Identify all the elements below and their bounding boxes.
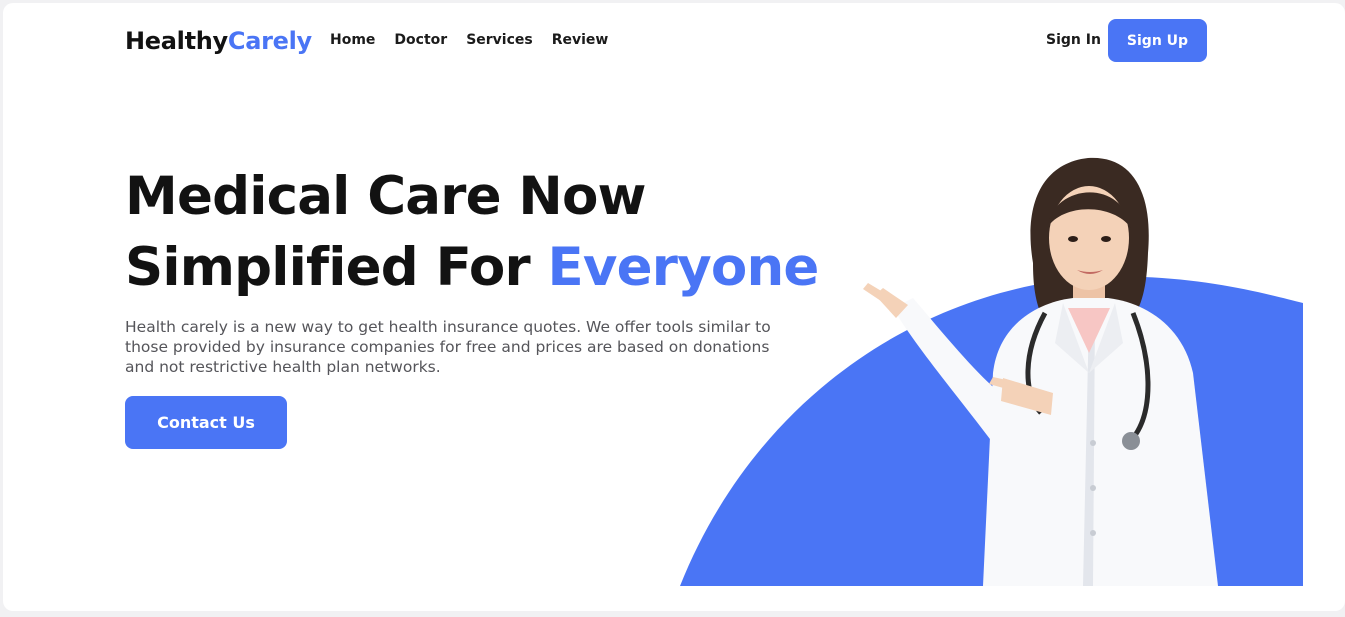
nav-link-doctor[interactable]: Doctor bbox=[394, 32, 447, 48]
brand-logo[interactable]: HealthyCarely bbox=[125, 27, 312, 55]
nav-link-home[interactable]: Home bbox=[330, 32, 375, 48]
main-nav: Home Doctor Services Review bbox=[330, 32, 608, 48]
hero-title-line2: Simplified For bbox=[125, 237, 548, 298]
sign-up-button[interactable]: Sign Up bbox=[1108, 19, 1207, 62]
nav-link-review[interactable]: Review bbox=[552, 32, 609, 48]
brand-name-accent: Carely bbox=[227, 27, 312, 55]
brand-name-primary: Healthy bbox=[125, 27, 228, 55]
nav-link-services[interactable]: Services bbox=[466, 32, 533, 48]
sign-in-link[interactable]: Sign In bbox=[1046, 32, 1101, 48]
doctor-illustration bbox=[680, 157, 1303, 586]
contact-us-button[interactable]: Contact Us bbox=[125, 396, 287, 449]
hero-title-line1: Medical Care Now bbox=[125, 166, 647, 227]
page-container: HealthyCarely Home Doctor Services Revie… bbox=[3, 3, 1345, 611]
